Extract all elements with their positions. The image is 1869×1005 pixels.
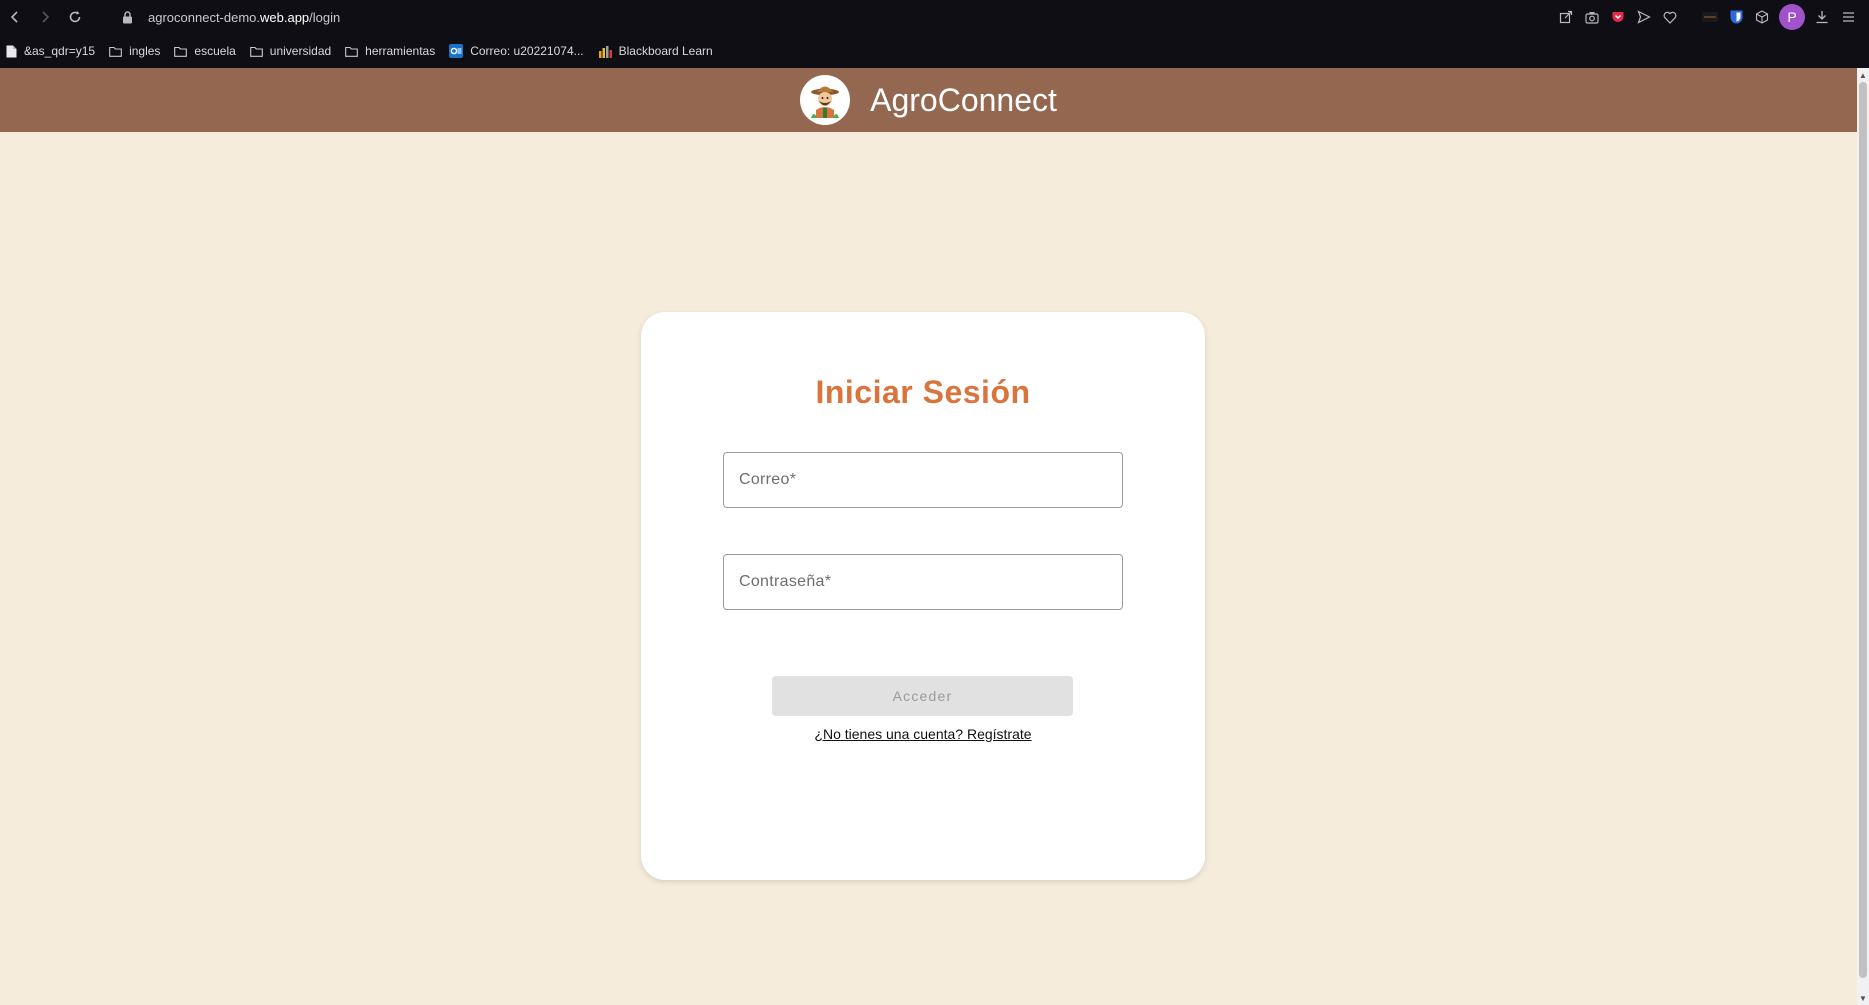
scroll-up-icon[interactable]: ▲ (1857, 68, 1869, 82)
address-bar[interactable]: agroconnect-demo.web.app/login (148, 10, 340, 25)
login-card: Iniciar Sesión Acceder ¿No tienes una cu… (641, 312, 1205, 880)
browser-toolbar: agroconnect-demo.web.app/login P (0, 0, 1869, 34)
outlook-icon (449, 44, 464, 58)
bookmark-item[interactable]: &as_qdr=y15 (6, 44, 95, 58)
url-prefix: agroconnect-demo. (148, 9, 261, 25)
logo[interactable] (800, 75, 851, 125)
bitwarden-icon[interactable] (1723, 4, 1749, 30)
heart-icon[interactable] (1657, 4, 1683, 30)
forward-icon[interactable] (30, 2, 60, 32)
send-icon[interactable] (1631, 4, 1657, 30)
folder-icon (249, 46, 263, 57)
app-header: AgroConnect (0, 68, 1857, 132)
password-field[interactable] (723, 554, 1123, 610)
bookmark-item[interactable]: escuela (174, 44, 236, 58)
profile-avatar[interactable]: P (1779, 4, 1805, 30)
password-input[interactable] (739, 555, 1122, 609)
download-icon[interactable] (1809, 4, 1835, 30)
lock-icon[interactable] (120, 10, 134, 24)
profile-initial: P (1787, 9, 1797, 25)
bookmark-label: ingles (129, 44, 161, 58)
bookmark-item[interactable]: ingles (109, 44, 160, 58)
blackboard-icon (598, 44, 612, 58)
camera-icon[interactable] (1579, 4, 1605, 30)
submit-button[interactable]: Acceder (772, 676, 1073, 716)
login-title: Iniciar Sesión (815, 374, 1031, 410)
bookmarks-bar: &as_qdr=y15 ingles escuela universidad h… (0, 34, 1869, 68)
url-domain: web.app (260, 9, 310, 25)
back-icon[interactable] (0, 2, 30, 32)
bookmark-label: Correo: u20221074... (470, 44, 584, 58)
bookmark-item[interactable]: universidad (249, 44, 332, 58)
share-icon[interactable] (1553, 4, 1579, 30)
folder-icon (345, 46, 359, 57)
reload-icon[interactable] (60, 2, 90, 32)
bookmark-item[interactable]: herramientas (345, 44, 435, 58)
bookmark-label: herramientas (365, 44, 436, 58)
email-input[interactable] (739, 453, 1122, 507)
bookmark-label: &as_qdr=y15 (24, 44, 96, 58)
scroll-down-icon[interactable]: ▼ (1857, 991, 1869, 1005)
email-field[interactable] (723, 452, 1123, 508)
scrollbar-thumb[interactable] (1859, 82, 1867, 978)
folder-icon (109, 46, 122, 57)
bookmark-item[interactable]: Blackboard Learn (598, 44, 713, 58)
pocket-icon[interactable] (1605, 4, 1631, 30)
bookmark-label: Blackboard Learn (618, 44, 713, 58)
divider (1683, 4, 1697, 30)
register-link[interactable]: ¿No tienes una cuenta? Regístrate (641, 726, 1205, 742)
cube-icon[interactable] (1749, 4, 1775, 30)
page-viewport: AgroConnect Iniciar Sesión Acceder ¿No t… (0, 68, 1857, 1005)
folder-icon (174, 46, 188, 57)
page-icon (6, 45, 17, 58)
extension-icon[interactable] (1697, 4, 1723, 30)
page-scrollbar[interactable]: ▲ ▼ (1857, 68, 1869, 1005)
farmer-icon (811, 86, 840, 118)
app-brand: AgroConnect (870, 81, 1057, 118)
bookmark-label: universidad (269, 44, 332, 58)
bookmark-item[interactable]: Correo: u20221074... (449, 44, 584, 58)
menu-icon[interactable] (1835, 4, 1861, 30)
bookmark-label: escuela (194, 44, 236, 58)
url-path: /login (309, 9, 341, 25)
